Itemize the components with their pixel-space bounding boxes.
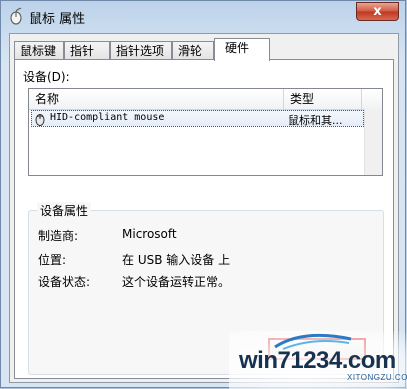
location-label: 位置: xyxy=(38,253,67,267)
mouse-properties-window: 鼠标 属性 x 鼠标键 指针 指针选项 滑轮 硬件 设备(D): 名称 类型 H… xyxy=(0,0,407,389)
tab-hardware[interactable]: 硬件 xyxy=(214,38,270,61)
tab-pointer-options[interactable]: 指针选项 xyxy=(110,41,172,60)
list-scrollbar[interactable] xyxy=(364,109,382,175)
mouse-icon xyxy=(35,114,45,126)
devices-label: 设备(D): xyxy=(23,70,70,84)
column-header-name[interactable]: 名称 xyxy=(29,89,284,109)
site-watermark: win71234.com XITONGZU.COM xyxy=(229,331,407,389)
device-name: HID-compliant mouse xyxy=(50,112,165,123)
watermark-text: win71234.com xyxy=(239,347,396,374)
device-status-label: 设备状态: xyxy=(38,275,91,289)
location-value: 在 USB 输入设备 上 xyxy=(122,253,231,267)
column-header-type[interactable]: 类型 xyxy=(284,89,362,109)
device-list-header: 名称 类型 xyxy=(29,89,382,110)
tab-wheel[interactable]: 滑轮 xyxy=(172,41,214,60)
device-list[interactable]: 名称 类型 HID-compliant mouse 鼠标和其... xyxy=(28,88,383,176)
manufacturer-label: 制造商: xyxy=(38,229,79,243)
device-status-value: 这个设备运转正常。 xyxy=(122,275,231,289)
device-properties-title: 设备属性 xyxy=(37,202,92,219)
close-button[interactable]: x xyxy=(356,2,399,21)
tab-buttons[interactable]: 鼠标键 xyxy=(14,41,64,60)
manufacturer-value: Microsoft xyxy=(122,227,177,241)
list-item[interactable]: HID-compliant mouse 鼠标和其... xyxy=(31,110,364,127)
close-icon: x xyxy=(373,4,382,19)
tab-pointers[interactable]: 指针 xyxy=(64,41,110,60)
window-title: 鼠标 属性 xyxy=(29,12,86,27)
mouse-properties-icon xyxy=(10,7,22,25)
title-bar[interactable]: 鼠标 属性 x xyxy=(1,1,405,31)
watermark-subtext: XITONGZU.COM xyxy=(347,373,407,382)
device-type: 鼠标和其... xyxy=(288,114,343,127)
